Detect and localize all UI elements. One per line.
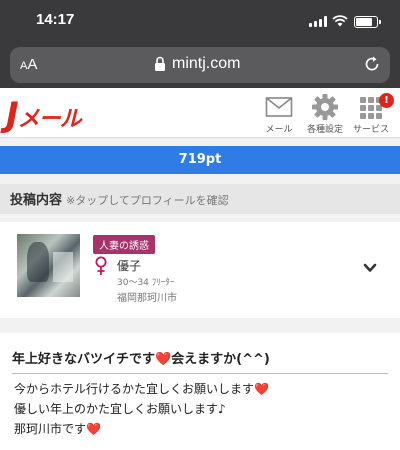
post-body: 今からホテル行けるかた宜しくお願いします❤️ 優しい年上のかた宜しくお願いします…: [14, 379, 386, 439]
profile-location: 福岡那珂川市: [117, 293, 177, 304]
nav-settings-label: 各種設定: [306, 125, 343, 135]
nav-mail-label: メール: [265, 125, 293, 135]
address-bar[interactable]: AA mintj.com: [10, 47, 390, 83]
lock-icon: [155, 56, 165, 71]
gear-icon: [312, 94, 338, 120]
envelope-icon: [265, 97, 293, 117]
text-size-button[interactable]: AA: [20, 56, 37, 73]
female-icon: [95, 256, 107, 275]
nav-services[interactable]: ! サービス: [348, 92, 394, 135]
nav-mail[interactable]: メール: [256, 92, 302, 135]
nav-services-label: サービス: [352, 125, 389, 135]
logo-letter: J: [6, 95, 19, 135]
wifi-icon: [332, 15, 348, 27]
post-title: 年上好きなバツイチです❤️会えますか(^^): [12, 348, 388, 374]
profile-name: 優子: [117, 259, 142, 273]
chevron-down-icon[interactable]: [363, 263, 377, 273]
category-tag: 人妻の誘惑: [93, 235, 155, 254]
points-bar: 719pt: [0, 146, 400, 174]
reload-icon[interactable]: [363, 55, 381, 73]
profile-card[interactable]: 人妻の誘惑 優子 30～34 ﾌﾘｰﾀｰ 福岡那珂川市: [0, 222, 400, 318]
battery-icon: [354, 16, 381, 28]
notification-badge: !: [379, 93, 394, 108]
profile-photo[interactable]: [17, 234, 80, 297]
post-line: 今からホテル行けるかた宜しくお願いします❤️: [14, 382, 269, 396]
battery-level: [356, 18, 372, 26]
post-line: 優しい年上のかた宜しくお願いします♪: [14, 402, 226, 416]
nav-settings[interactable]: 各種設定: [302, 92, 348, 135]
section-note: ※タップしてプロフィールを確認: [66, 194, 229, 207]
post-card: 年上好きなバツイチです❤️会えますか(^^) 今からホテル行けるかた宜しくお願い…: [0, 333, 400, 450]
url-text: mintj.com: [172, 55, 241, 72]
post-line: 那珂川市です❤️: [14, 422, 101, 436]
signal-icon: [309, 16, 327, 27]
site-logo[interactable]: Jメール: [6, 95, 82, 135]
status-time: 14:17: [36, 11, 75, 28]
logo-text: メール: [17, 107, 82, 132]
section-header: 投稿内容 ※タップしてプロフィールを確認: [0, 184, 400, 214]
section-title: 投稿内容: [10, 193, 63, 208]
status-bar: 14:17: [0, 0, 400, 44]
site-header: Jメール メール 各種設定 ! サービス: [0, 88, 400, 138]
profile-age-job: 30～34 ﾌﾘｰﾀｰ: [117, 278, 175, 288]
browser-toolbar: AA mintj.com: [0, 44, 400, 88]
